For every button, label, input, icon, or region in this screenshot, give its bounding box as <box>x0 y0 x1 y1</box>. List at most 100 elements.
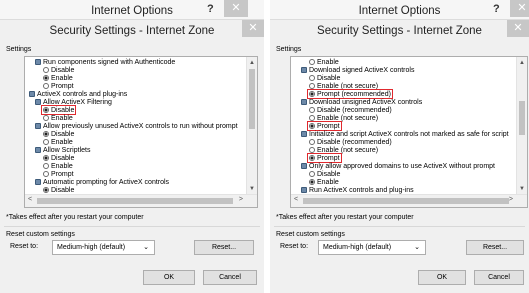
radio-unchecked-icon[interactable] <box>43 67 49 73</box>
settings-gear-icon <box>35 59 41 65</box>
settings-tree: Enable Download signed ActiveX controls Di… <box>291 58 517 194</box>
restart-note: *Takes effect after you restart your com… <box>276 214 414 221</box>
radio-unchecked-icon[interactable] <box>309 107 315 113</box>
settings-label: Settings <box>6 46 32 53</box>
setting-label: Download signed ActiveX controls <box>309 67 415 74</box>
scroll-right-icon[interactable]: > <box>239 196 243 203</box>
setting-label: Enable <box>317 179 339 186</box>
scroll-thumb[interactable] <box>37 198 233 204</box>
ok-button[interactable]: OK <box>418 270 466 285</box>
setting-label: Allow previously unused ActiveX controls… <box>43 123 238 130</box>
scroll-left-icon[interactable]: < <box>28 196 32 203</box>
setting-label: Only allow approved domains to use Activ… <box>309 163 495 170</box>
settings-listbox[interactable]: Run components signed with Authenticode D… <box>24 56 258 208</box>
settings-label: Settings <box>276 46 302 53</box>
setting-label: Disable (recommended) <box>317 139 392 146</box>
radio-unchecked-icon[interactable] <box>43 163 49 169</box>
security-settings-titlebar: Security Settings - Internet Zone ✕ <box>0 19 264 42</box>
scroll-up-icon[interactable]: ▲ <box>247 60 257 66</box>
scroll-down-icon[interactable]: ▼ <box>517 186 527 192</box>
radio-unchecked-icon[interactable] <box>43 83 49 89</box>
radio-checked-icon[interactable] <box>309 179 315 185</box>
close-icon[interactable]: ✕ <box>507 20 529 37</box>
setting-label: Disable <box>51 131 75 138</box>
dialog-body: Settings Run components signed with Auth… <box>0 41 264 293</box>
reset-section-label: Reset custom settings <box>6 231 75 238</box>
radio-checked-icon[interactable] <box>43 187 49 193</box>
setting-label: Automatic prompting for ActiveX controls <box>43 179 170 186</box>
right-dialog: Internet Options ? ✕ Security Settings -… <box>270 0 529 293</box>
setting-label: Disable <box>317 75 341 82</box>
setting-label: Enable <box>51 139 73 146</box>
left-dialog: Internet Options ? ✕ Security Settings -… <box>0 0 264 293</box>
radio-unchecked-icon[interactable] <box>43 171 49 177</box>
radio-checked-icon[interactable] <box>43 131 49 137</box>
help-icon[interactable]: ? <box>493 3 500 15</box>
setting-label: Run components signed with Authenticode <box>43 59 176 66</box>
settings-gear-icon <box>301 131 307 137</box>
vertical-scrollbar[interactable]: ▲ ▼ <box>516 57 527 195</box>
setting-label: Disable <box>51 187 75 194</box>
radio-checked-icon[interactable] <box>43 155 49 161</box>
scroll-right-icon[interactable]: > <box>509 196 513 203</box>
cancel-button[interactable]: Cancel <box>474 270 524 285</box>
ok-button[interactable]: OK <box>143 270 195 285</box>
security-settings-title: Security Settings - Internet Zone <box>317 25 482 37</box>
radio-unchecked-icon[interactable] <box>309 139 315 145</box>
settings-listbox[interactable]: Enable Download signed ActiveX controls Di… <box>290 56 528 208</box>
setting-label: Enable <box>51 115 73 122</box>
dialog-body: Settings Enable Download signed ActiveX c… <box>270 41 529 293</box>
settings-gear-icon <box>301 67 307 73</box>
setting-label: Disable <box>317 171 341 178</box>
settings-gear-icon <box>35 147 41 153</box>
radio-unchecked-icon[interactable] <box>309 171 315 177</box>
radio-unchecked-icon[interactable] <box>43 139 49 145</box>
radio-unchecked-icon[interactable] <box>43 115 49 121</box>
settings-gear-icon <box>301 187 307 193</box>
setting-label: Disable (recommended) <box>317 107 392 114</box>
setting-label: Run ActiveX controls and plug-ins <box>309 187 414 194</box>
reset-level-select[interactable]: Medium-high (default) ⌄ <box>52 240 155 255</box>
scroll-up-icon[interactable]: ▲ <box>517 60 527 66</box>
reset-button[interactable]: Reset... <box>466 240 524 255</box>
horizontal-scrollbar[interactable]: < > <box>291 194 527 207</box>
setting-label: Prompt <box>51 83 74 90</box>
settings-gear-icon <box>301 99 307 105</box>
cancel-button[interactable]: Cancel <box>203 270 257 285</box>
radio-unchecked-icon[interactable] <box>309 59 315 65</box>
setting-group: Run ActiveX controls and plug-ins <box>301 186 414 194</box>
setting-label: Enable <box>51 75 73 82</box>
vertical-scrollbar[interactable]: ▲ ▼ <box>246 57 257 195</box>
reset-to-label: Reset to: <box>280 243 309 250</box>
radio-unchecked-icon[interactable] <box>309 75 315 81</box>
horizontal-scrollbar[interactable]: < > <box>25 194 257 207</box>
scroll-down-icon[interactable]: ▼ <box>247 186 257 192</box>
setting-option[interactable]: Disable <box>43 186 74 194</box>
reset-level-value: Medium-high (default) <box>57 244 126 251</box>
setting-label: Enable <box>51 163 73 170</box>
reset-to-label: Reset to: <box>10 243 39 250</box>
help-icon[interactable]: ? <box>207 3 214 15</box>
reset-level-value: Medium-high (default) <box>323 244 392 251</box>
settings-gear-icon <box>29 91 35 97</box>
security-settings-title: Security Settings - Internet Zone <box>49 25 215 37</box>
scroll-left-icon[interactable]: < <box>294 196 298 203</box>
scroll-thumb[interactable] <box>519 101 525 135</box>
scroll-thumb[interactable] <box>303 198 509 204</box>
scroll-thumb[interactable] <box>249 69 255 129</box>
radio-checked-icon[interactable] <box>43 75 49 81</box>
close-icon[interactable]: ✕ <box>224 0 248 17</box>
close-icon[interactable]: ✕ <box>510 0 529 17</box>
reset-button[interactable]: Reset... <box>194 240 254 255</box>
setting-label: Allow Scriptlets <box>43 147 91 154</box>
setting-label: Disable <box>51 155 75 162</box>
reset-level-select[interactable]: Medium-high (default) ⌄ <box>318 240 426 255</box>
close-icon[interactable]: ✕ <box>242 20 264 37</box>
settings-gear-icon <box>301 163 307 169</box>
setting-label: Initialize and script ActiveX controls n… <box>309 131 509 138</box>
reset-section-label: Reset custom settings <box>276 231 345 238</box>
divider <box>4 226 260 227</box>
divider <box>274 226 525 227</box>
internet-options-title: Internet Options <box>358 5 441 17</box>
setting-label: Enable <box>317 59 339 66</box>
